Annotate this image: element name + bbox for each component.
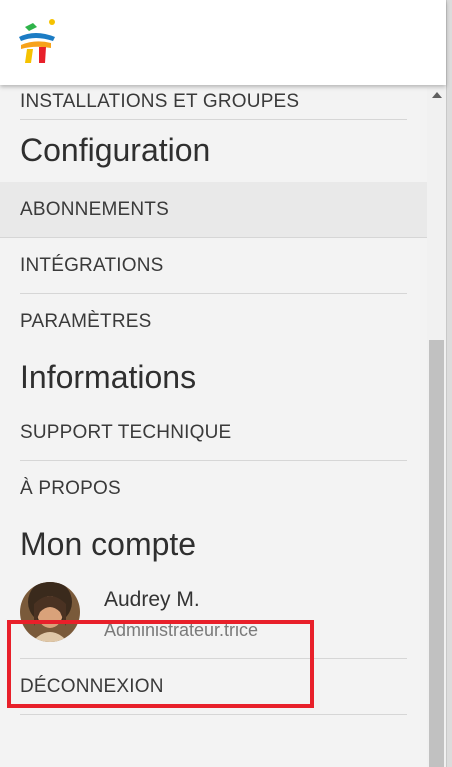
menu-item-installations[interactable]: INSTALLATIONS ET GROUPES: [20, 85, 407, 120]
app-logo-icon[interactable]: [15, 17, 59, 65]
menu-item-abonnements[interactable]: ABONNEMENTS: [0, 182, 427, 238]
background-edge: [446, 0, 452, 767]
menu-item-support[interactable]: SUPPORT TECHNIQUE: [20, 405, 407, 461]
scroll-thumb[interactable]: [429, 340, 444, 767]
section-heading-informations: Informations: [20, 359, 197, 395]
section-heading-configuration: Configuration: [20, 132, 211, 168]
menu-item-integrations[interactable]: INTÉGRATIONS: [20, 238, 407, 294]
section-heading-mon-compte: Mon compte: [20, 526, 197, 562]
scrollbar[interactable]: [427, 88, 446, 767]
menu-item-apropos[interactable]: À PROPOS: [20, 461, 407, 516]
scroll-up-arrow-icon[interactable]: [432, 92, 442, 98]
highlight-box: [7, 620, 314, 708]
app-header: [0, 0, 446, 85]
menu-item-parametres[interactable]: PARAMÈTRES: [20, 294, 407, 349]
user-name: Audrey M.: [104, 588, 200, 611]
